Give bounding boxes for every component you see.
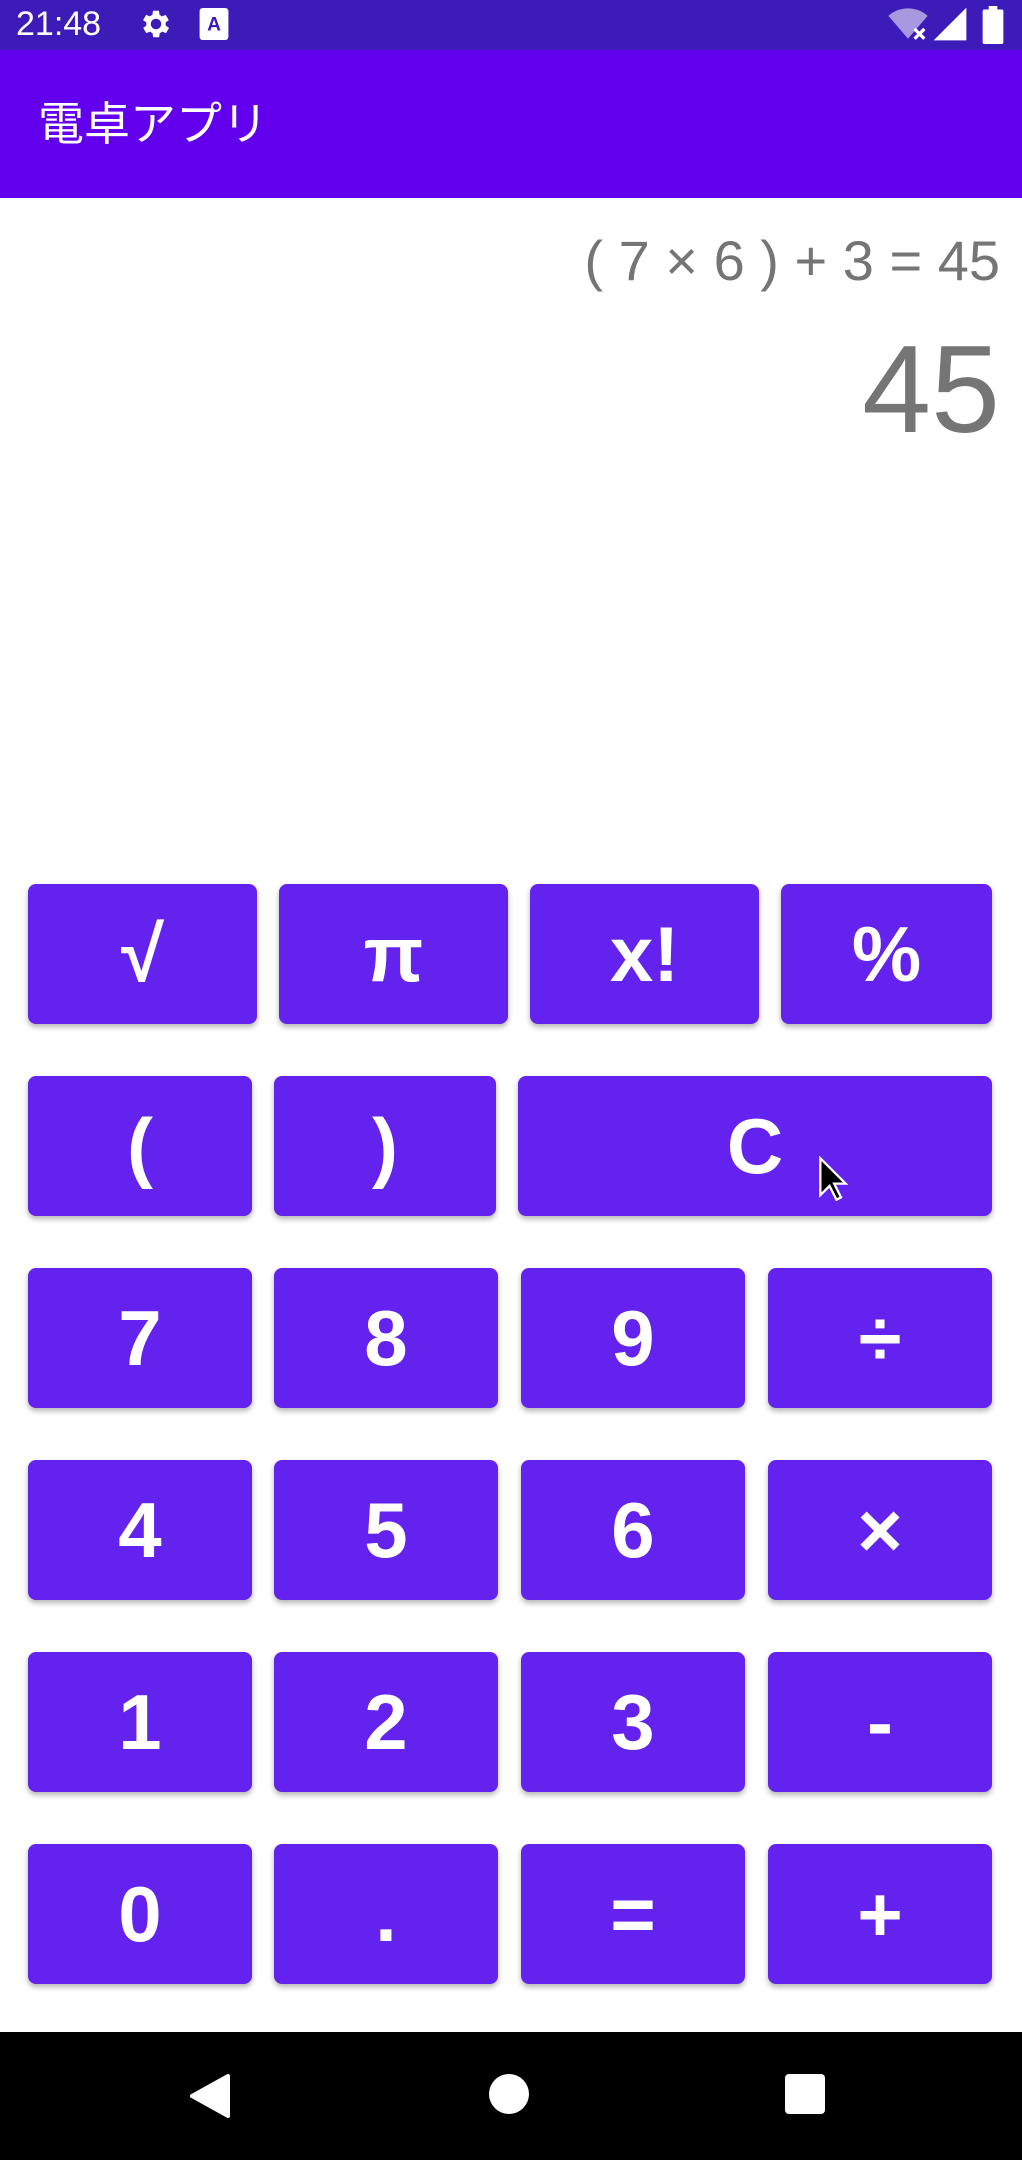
six-button[interactable]: 6 [521,1460,745,1600]
svg-text:A: A [207,14,221,35]
seven-button[interactable]: 7 [28,1268,252,1408]
eight-button[interactable]: 8 [274,1268,498,1408]
minus-button[interactable]: - [768,1652,992,1792]
five-button[interactable]: 5 [274,1460,498,1600]
dot-button[interactable]: . [274,1844,498,1984]
result-display: 45 [862,321,1000,459]
equals-button[interactable]: = [521,1844,745,1984]
app-title: 電卓アプリ [38,97,268,151]
multiply-button[interactable]: × [768,1460,992,1600]
battery-icon [982,6,1004,48]
status-time: 21:48 [16,5,102,43]
factorial-button[interactable]: x! [530,884,759,1024]
two-button[interactable]: 2 [274,1652,498,1792]
wifi-off-icon [888,6,928,46]
percent-button[interactable]: % [781,884,992,1024]
three-button[interactable]: 3 [521,1652,745,1792]
plus-button[interactable]: + [768,1844,992,1984]
expression-display: ( 7 × 6 ) + 3 = 45 [584,229,1000,292]
four-button[interactable]: 4 [28,1460,252,1600]
home-icon[interactable] [489,2074,529,2118]
close-paren-button[interactable]: ) [274,1076,496,1216]
clear-button[interactable]: C [518,1076,992,1216]
signal-icon [932,6,968,46]
open-paren-button[interactable]: ( [28,1076,252,1216]
recents-icon[interactable] [785,2074,825,2118]
status-bar: 21:48 A [0,0,1022,50]
app-bar: 電卓アプリ [0,50,1022,198]
mouse-pointer-icon [818,1155,849,1206]
pi-button[interactable]: π [279,884,508,1024]
keyboard-a-icon: A [198,6,230,46]
sqrt-button[interactable]: √ [28,884,257,1024]
divide-button[interactable]: ÷ [768,1268,992,1408]
gear-icon [138,6,174,46]
nine-button[interactable]: 9 [521,1268,745,1408]
one-button[interactable]: 1 [28,1652,252,1792]
back-icon[interactable] [190,2074,230,2122]
navigation-bar [0,2032,1022,2160]
zero-button[interactable]: 0 [28,1844,252,1984]
